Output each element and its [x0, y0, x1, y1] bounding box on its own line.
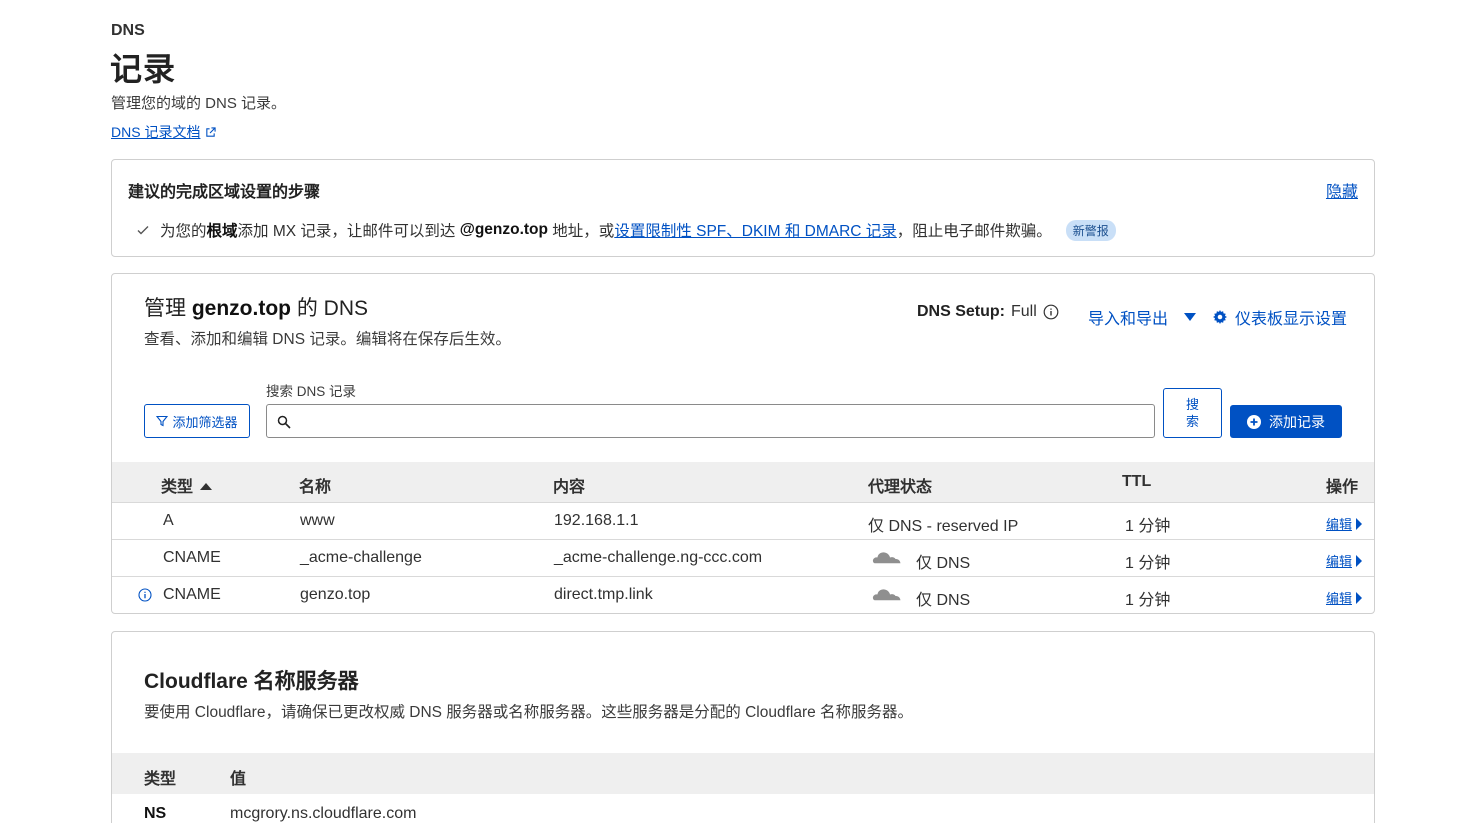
col-type[interactable]: 类型 — [161, 473, 213, 497]
info-icon[interactable] — [1043, 304, 1059, 320]
ns-value: mcgrory.ns.cloudflare.com — [230, 805, 417, 822]
dns-setup-value: Full — [1011, 303, 1037, 320]
dns-management-card: 管理 genzo.top 的 DNS 查看、添加和编辑 DNS 记录。编辑将在保… — [111, 273, 1375, 614]
record-type: CNAME — [163, 549, 221, 566]
record-proxy: 仅 DNS — [916, 592, 971, 609]
spf-dkim-dmarc-link[interactable]: 设置限制性 SPF、DKIM 和 DMARC 记录 — [614, 219, 896, 241]
step-text-4: ，阻止电子邮件欺骗。 — [896, 223, 1052, 240]
cloud-grey-icon — [872, 552, 901, 565]
dns-title-domain: genzo.top — [191, 297, 291, 320]
step-text-2: 添加 MX 记录，让邮件可以到达 — [237, 223, 460, 240]
search-button-line2: 索 — [1185, 414, 1199, 429]
chevron-right-icon — [1356, 554, 1362, 567]
search-label: 搜索 DNS 记录 — [266, 384, 357, 399]
step-text-root: 根域 — [206, 223, 238, 240]
filter-icon — [156, 415, 169, 427]
new-alert-badge: 新警报 — [1065, 219, 1116, 241]
hide-link[interactable]: 隐藏 — [1326, 178, 1358, 202]
info-icon[interactable] — [138, 588, 152, 602]
search-input[interactable] — [266, 404, 1155, 438]
ns-col-type: 类型 — [144, 771, 177, 788]
step-item: 为您的 根域 添加 MX 记录，让邮件可以到达 @genzo.top 地址，或 … — [136, 219, 1116, 241]
external-link-icon — [206, 126, 217, 137]
nameservers-title: Cloudflare 名称服务器 — [144, 670, 359, 693]
edit-record-button[interactable]: 编辑 — [1326, 551, 1362, 570]
col-name: 名称 — [299, 479, 332, 496]
gear-icon — [1213, 310, 1227, 324]
dns-setup-label: DNS Setup: — [917, 303, 1005, 320]
record-ttl: 1 分钟 — [1125, 592, 1171, 609]
record-name: www — [300, 512, 335, 529]
ns-col-value: 值 — [230, 771, 247, 788]
search-button[interactable]: 搜 索 — [1163, 388, 1222, 438]
record-proxy: 仅 DNS - reserved IP — [868, 518, 1019, 535]
record-content: 192.168.1.1 — [554, 512, 639, 529]
edit-label: 编辑 — [1325, 554, 1352, 569]
edit-label: 编辑 — [1325, 517, 1352, 532]
dns-card-subtitle: 查看、添加和编辑 DNS 记录。编辑将在保存后生效。 — [144, 331, 511, 348]
search-button-line1: 搜 — [1185, 397, 1199, 412]
dns-docs-link[interactable]: DNS 记录文档 — [111, 122, 217, 142]
dns-card-title: 管理 genzo.top 的 DNS — [144, 292, 368, 322]
record-type: A — [163, 512, 174, 529]
record-ttl: 1 分钟 — [1125, 555, 1171, 572]
col-type-label: 类型 — [161, 479, 194, 496]
import-export-label: 导入和导出 — [1088, 311, 1169, 328]
edit-label: 编辑 — [1325, 591, 1352, 606]
cloud-grey-icon — [872, 589, 901, 602]
col-ttl: TTL — [1122, 473, 1152, 490]
search-icon — [277, 415, 291, 429]
chevron-right-icon — [1356, 517, 1362, 530]
edit-record-button[interactable]: 编辑 — [1326, 514, 1362, 533]
col-content: 内容 — [553, 479, 586, 496]
page-title: 记录 — [110, 51, 177, 87]
dashboard-settings-label: 仪表板显示设置 — [1235, 311, 1348, 328]
record-content: direct.tmp.link — [554, 586, 653, 603]
records-table-header: 类型 名称 内容 代理状态 TTL 操作 — [112, 462, 1374, 503]
record-proxy: 仅 DNS — [916, 555, 971, 572]
dashboard-display-settings[interactable]: 仪表板显示设置 — [1213, 305, 1347, 329]
record-content: _acme-challenge.ng-ccc.com — [554, 549, 763, 566]
add-filter-button[interactable]: 添加筛选器 — [144, 404, 250, 438]
step-text-1: 为您的 — [160, 223, 207, 240]
dns-docs-link-label: DNS 记录文档 — [111, 124, 201, 140]
table-row: A www 192.168.1.1 仅 DNS - reserved IP 1 … — [112, 503, 1374, 540]
table-row: CNAME genzo.top direct.tmp.link 仅 DNS 1 … — [112, 577, 1374, 614]
step-text-domain: @genzo.top — [459, 221, 548, 238]
section-label: DNS — [111, 22, 145, 39]
step-text-3: 地址，或 — [548, 223, 615, 240]
table-row: NS mcgrory.ns.cloudflare.com — [112, 794, 1374, 823]
chevron-right-icon — [1356, 591, 1362, 604]
dns-title-prefix: 管理 — [144, 297, 192, 320]
plus-circle-icon — [1247, 414, 1261, 429]
col-proxy: 代理状态 — [868, 479, 933, 496]
sort-ascending-icon — [200, 483, 213, 490]
dns-title-suffix: 的 DNS — [291, 297, 369, 320]
nameservers-table-header: 类型 值 — [112, 753, 1374, 794]
check-icon — [137, 226, 149, 235]
steps-title: 建议的完成区域设置的步骤 — [128, 184, 321, 201]
record-name: _acme-challenge — [300, 549, 422, 566]
edit-record-button[interactable]: 编辑 — [1326, 588, 1362, 607]
import-export-dropdown[interactable]: 导入和导出 — [1088, 305, 1197, 329]
record-ttl: 1 分钟 — [1125, 518, 1171, 535]
page-subtitle: 管理您的域的 DNS 记录。 — [111, 95, 287, 112]
ns-type: NS — [144, 805, 167, 822]
add-record-button[interactable]: 添加记录 — [1230, 405, 1342, 438]
dns-setup-status: DNS Setup: Full — [917, 303, 1059, 321]
chevron-down-icon — [1184, 313, 1197, 321]
col-actions: 操作 — [1325, 479, 1358, 496]
setup-steps-card: 建议的完成区域设置的步骤 隐藏 为您的 根域 添加 MX 记录，让邮件可以到达 … — [111, 159, 1375, 257]
record-type: CNAME — [163, 586, 221, 603]
add-record-label: 添加记录 — [1269, 413, 1325, 430]
table-row: CNAME _acme-challenge _acme-challenge.ng… — [112, 540, 1374, 577]
record-name: genzo.top — [300, 586, 371, 603]
nameservers-subtitle: 要使用 Cloudflare，请确保已更改权威 DNS 服务器或名称服务器。这些… — [144, 704, 914, 721]
nameservers-card: Cloudflare 名称服务器 要使用 Cloudflare，请确保已更改权威… — [111, 631, 1375, 823]
add-filter-label: 添加筛选器 — [172, 414, 238, 430]
